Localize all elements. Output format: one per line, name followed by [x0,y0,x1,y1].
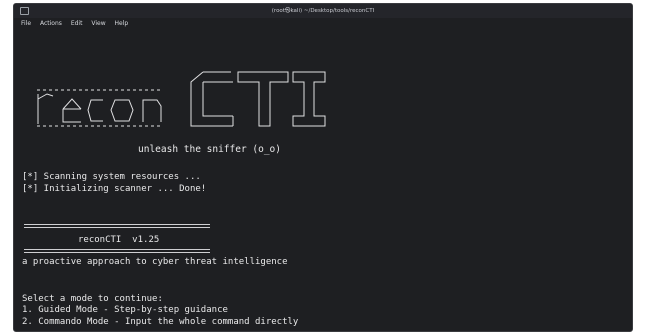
status-line-scanning: [*] Scanning system resources ... [22,172,201,182]
menu-help[interactable]: Help [115,18,129,30]
menu-actions[interactable]: Actions [40,18,62,30]
description-text: a proactive approach to cyber threat int… [22,257,288,267]
divider-bottom [24,249,210,253]
mode-option-guided: 1. Guided Mode - Step-by-step guidance [22,305,228,315]
terminal-window: (root㉿kali) ~/Desktop/tools/reconCTI Fil… [13,3,633,332]
menu-view[interactable]: View [91,18,105,30]
mode-option-commando: 2. Commando Mode - Input the whole comma… [22,317,299,327]
divider-top [24,224,210,228]
ascii-banner: unleash the sniffer (o_o) [33,44,333,156]
title-bar[interactable]: (root㉿kali) ~/Desktop/tools/reconCTI [14,4,632,23]
menu-bar: File Actions Edit View Help [14,18,632,30]
menu-file[interactable]: File [21,18,31,30]
menu-edit[interactable]: Edit [71,18,83,30]
tagline: unleash the sniffer (o_o) [138,144,281,155]
status-line-initializing: [*] Initializing scanner ... Done! [22,184,207,194]
window-title: (root㉿kali) ~/Desktop/tools/reconCTI [271,8,375,14]
terminal-output[interactable]: unleash the sniffer (o_o) [*] Scanning s… [20,34,626,331]
recon-cti-logo [37,71,326,127]
version-label: reconCTI v1.25 [78,235,160,245]
